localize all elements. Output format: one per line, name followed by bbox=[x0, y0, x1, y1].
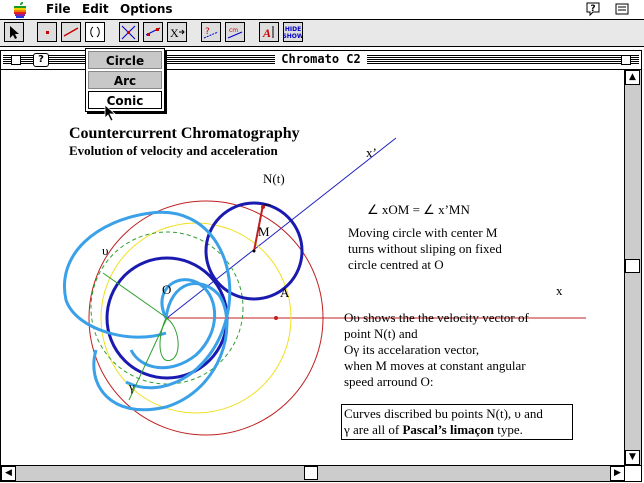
label-nt: N(t) bbox=[263, 171, 285, 186]
construct-tool-button[interactable] bbox=[143, 22, 163, 42]
svg-text:?: ? bbox=[590, 4, 595, 14]
label-gamma: γ bbox=[129, 379, 135, 394]
circle-arc-icon bbox=[90, 26, 100, 38]
scroll-down-arrow-icon[interactable]: ▼ bbox=[625, 450, 640, 465]
svg-text:cm: cm bbox=[229, 27, 238, 34]
transform-icon: X bbox=[170, 26, 185, 40]
svg-text:HIDE: HIDE bbox=[285, 26, 301, 33]
horizontal-scroll-thumb[interactable] bbox=[304, 466, 318, 480]
pointer-tool-button[interactable] bbox=[4, 22, 24, 42]
label-m: M bbox=[258, 224, 270, 239]
svg-text:X: X bbox=[170, 26, 179, 40]
box-line-1: Curves discribed bu points N(t), υ and bbox=[344, 406, 543, 421]
menu-item-conic[interactable]: Conic bbox=[88, 91, 162, 109]
acceleration-limacon-curve bbox=[129, 278, 217, 370]
vertical-scrollbar[interactable]: ▲ ▼ bbox=[624, 70, 641, 465]
label-icon: A bbox=[262, 26, 274, 40]
line-icon bbox=[63, 27, 79, 37]
transform-tool-button[interactable]: X bbox=[167, 22, 187, 42]
label-tool-button[interactable]: A bbox=[259, 22, 279, 42]
menu-options[interactable]: Options bbox=[120, 2, 173, 16]
curve-tool-dropdown: Circle Arc Conic bbox=[85, 48, 165, 112]
intersection-tool-button[interactable] bbox=[119, 22, 139, 42]
label-o: O bbox=[162, 282, 172, 297]
document-window: ? Chromato C2 Countercurrent Chromatogra… bbox=[0, 50, 642, 482]
arrow-pointer-icon bbox=[10, 26, 19, 39]
figure-title: Countercurrent Chromatography bbox=[69, 125, 300, 142]
hide-show-button[interactable]: HIDE SHOW bbox=[283, 22, 303, 42]
point-tool-button[interactable] bbox=[37, 22, 57, 42]
zoom-box[interactable] bbox=[621, 55, 631, 65]
label-x: x bbox=[556, 283, 563, 298]
point-a bbox=[274, 316, 278, 320]
hide-show-icon: HIDESHOW bbox=[284, 26, 302, 40]
curve-tool-button[interactable] bbox=[85, 22, 105, 42]
toolbar: X ? cm A HIDE SHOW bbox=[0, 20, 644, 47]
horizontal-scrollbar[interactable]: ◀ ▶ bbox=[1, 465, 625, 481]
label-a: A bbox=[280, 285, 290, 300]
app-icon[interactable] bbox=[614, 1, 630, 17]
menu-file[interactable]: File bbox=[46, 2, 71, 16]
drawing-canvas[interactable]: Countercurrent Chromatography Evolution … bbox=[1, 70, 624, 465]
svg-text:?: ? bbox=[205, 27, 210, 37]
macro-tool-button[interactable]: ? bbox=[201, 22, 221, 42]
box-line-2: γ are all of Pascal’s limaçon type. bbox=[344, 422, 523, 437]
menu-edit[interactable]: Edit bbox=[82, 2, 109, 16]
label-x-prime: x’ bbox=[366, 145, 377, 160]
description-text: Moving circle with center M turns withou… bbox=[348, 225, 502, 272]
svg-text:SHOW: SHOW bbox=[284, 33, 302, 40]
help-balloon-icon[interactable]: ? bbox=[585, 1, 601, 17]
menu-bar: File Edit Options ? bbox=[0, 0, 644, 20]
measure-icon: cm bbox=[227, 27, 243, 39]
point-m bbox=[252, 249, 256, 253]
scroll-up-arrow-icon[interactable]: ▲ bbox=[625, 70, 640, 85]
point-n bbox=[261, 205, 265, 209]
mouse-cursor-icon bbox=[104, 104, 117, 122]
line-tool-button[interactable] bbox=[61, 22, 81, 42]
velocity-text: Oυ shows the the velocity vector of poin… bbox=[344, 310, 529, 389]
measure-tool-button[interactable]: cm bbox=[225, 22, 245, 42]
label-upsilon: υ bbox=[102, 243, 109, 258]
menu-item-arc[interactable]: Arc bbox=[88, 71, 162, 89]
figure-subtitle: Evolution of velocity and acceleration bbox=[69, 143, 278, 158]
vertical-scroll-thumb[interactable] bbox=[625, 259, 640, 273]
menu-item-circle[interactable]: Circle bbox=[88, 51, 162, 69]
scroll-right-arrow-icon[interactable]: ▶ bbox=[610, 466, 625, 481]
angle-equation: ∠ xOM = ∠ x’MN bbox=[367, 202, 470, 217]
inner-loop-curve bbox=[159, 317, 179, 362]
svg-text:A: A bbox=[262, 26, 271, 40]
resize-grow-box[interactable] bbox=[624, 465, 641, 481]
macro-icon: ? bbox=[203, 27, 219, 39]
construct-icon bbox=[145, 27, 161, 36]
scroll-left-arrow-icon[interactable]: ◀ bbox=[1, 466, 16, 481]
apple-menu-icon[interactable] bbox=[12, 1, 28, 18]
intersection-icon bbox=[121, 25, 136, 40]
point-icon bbox=[46, 31, 49, 34]
pascal-limacon-box: Curves discribed bu points N(t), υ and γ… bbox=[341, 404, 573, 440]
